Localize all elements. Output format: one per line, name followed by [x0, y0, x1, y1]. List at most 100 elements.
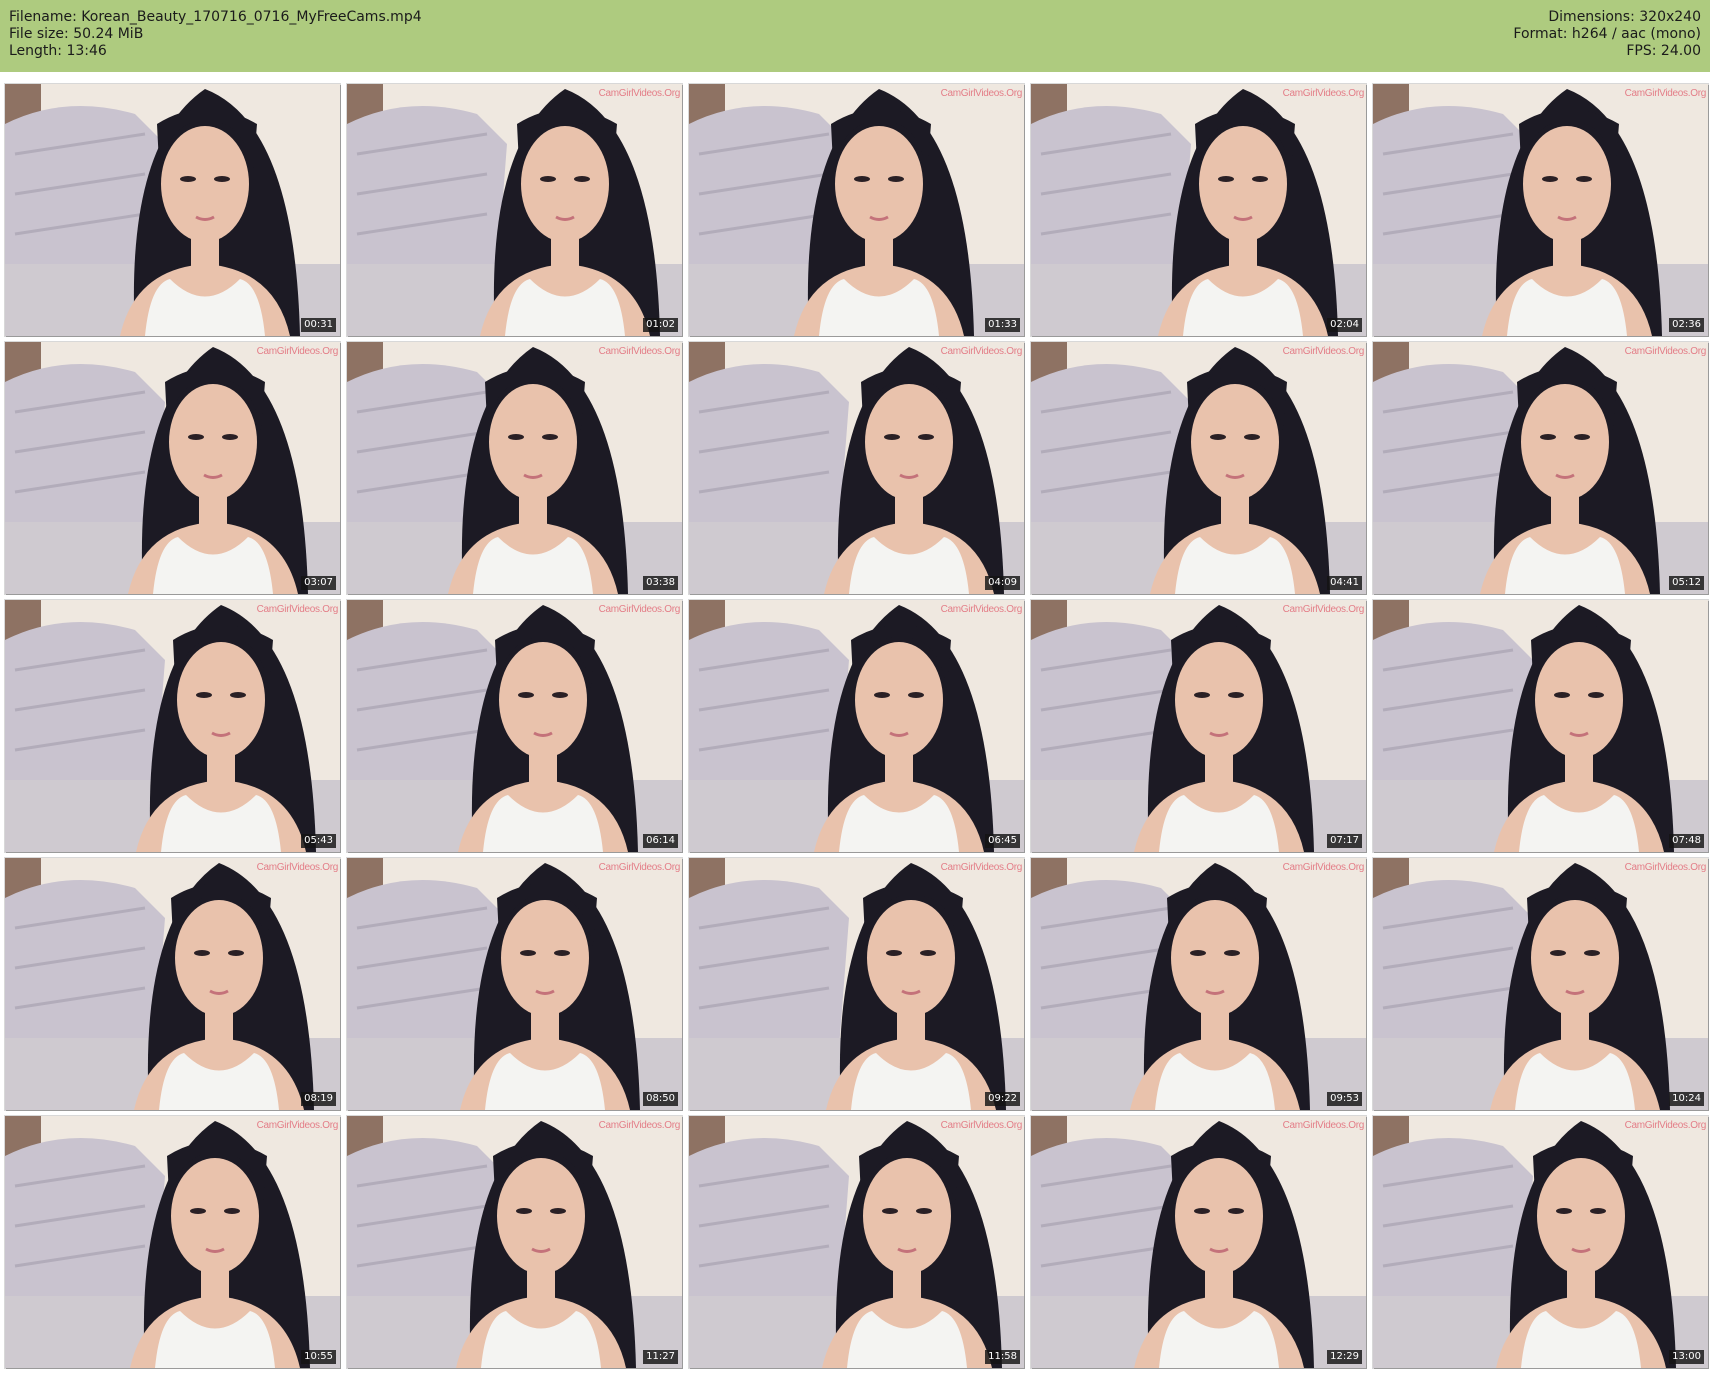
frame-thumbnail[interactable]: CamGirlVideos.Org 05:12 [1373, 342, 1708, 594]
frame-image [1031, 858, 1366, 1110]
frame-timestamp: 10:55 [301, 1350, 336, 1364]
frame-timestamp: 09:53 [1327, 1092, 1362, 1106]
frame-image [1373, 84, 1708, 336]
watermark-text: CamGirlVideos.Org [256, 346, 339, 357]
frame-image [689, 1116, 1024, 1368]
frame-image [1031, 342, 1366, 594]
frame-image [1373, 342, 1708, 594]
watermark-text: CamGirlVideos.Org [598, 604, 681, 615]
frame-timestamp: 11:58 [985, 1350, 1020, 1364]
watermark-text: CamGirlVideos.Org [1624, 862, 1707, 873]
format-text: Format: h264 / aac (mono) [1513, 26, 1701, 42]
frame-thumbnail[interactable]: CamGirlVideos.Org 01:33 [689, 84, 1024, 336]
frame-thumbnail[interactable]: CamGirlVideos.Org 07:17 [1031, 600, 1366, 852]
frame-thumbnail[interactable]: CamGirlVideos.Org 10:55 [5, 1116, 340, 1368]
frame-image [347, 342, 682, 594]
frame-timestamp: 06:45 [985, 834, 1020, 848]
frame-timestamp: 03:07 [301, 576, 336, 590]
frame-thumbnail[interactable]: CamGirlVideos.Org 12:29 [1031, 1116, 1366, 1368]
frame-thumbnail[interactable]: CamGirlVideos.Org 06:45 [689, 600, 1024, 852]
frame-image [5, 600, 340, 852]
frame-timestamp: 01:02 [643, 318, 678, 332]
frame-thumbnail[interactable]: CamGirlVideos.Org 10:24 [1373, 858, 1708, 1110]
frame-thumbnail[interactable]: CamGirlVideos.Org 02:04 [1031, 84, 1366, 336]
frame-thumbnail[interactable]: CamGirlVideos.Org 08:50 [347, 858, 682, 1110]
frame-timestamp: 02:36 [1669, 318, 1704, 332]
frame-timestamp: 13:00 [1669, 1350, 1704, 1364]
frame-timestamp: 11:27 [643, 1350, 678, 1364]
watermark-text: CamGirlVideos.Org [940, 862, 1023, 873]
frame-image [1031, 84, 1366, 336]
frame-thumbnail[interactable]: CamGirlVideos.Org 02:36 [1373, 84, 1708, 336]
frame-thumbnail[interactable]: CamGirlVideos.Org 11:27 [347, 1116, 682, 1368]
watermark-text: CamGirlVideos.Org [256, 1120, 339, 1131]
frame-thumbnail[interactable]: CamGirlVideos.Org 03:07 [5, 342, 340, 594]
frame-thumbnail[interactable]: CamGirlVideos.Org 09:53 [1031, 858, 1366, 1110]
frame-timestamp: 05:12 [1669, 576, 1704, 590]
frame-thumbnail[interactable]: CamGirlVideos.Org 11:58 [689, 1116, 1024, 1368]
frame-timestamp: 05:43 [301, 834, 336, 848]
frame-image [1031, 1116, 1366, 1368]
filesize-text: File size: 50.24 MiB [9, 26, 144, 42]
frame-timestamp: 07:48 [1669, 834, 1704, 848]
frame-image [5, 342, 340, 594]
length-text: Length: 13:46 [9, 43, 107, 59]
frame-image [5, 84, 340, 336]
frame-thumbnail[interactable]: CamGirlVideos.Org 04:41 [1031, 342, 1366, 594]
frame-image [689, 84, 1024, 336]
frame-timestamp: 08:19 [301, 1092, 336, 1106]
watermark-text: CamGirlVideos.Org [256, 862, 339, 873]
video-info-header: Filename: Korean_Beauty_170716_0716_MyFr… [0, 0, 1710, 72]
watermark-text: CamGirlVideos.Org [1282, 88, 1365, 99]
frame-timestamp: 04:41 [1327, 576, 1362, 590]
watermark-text: CamGirlVideos.Org [598, 88, 681, 99]
frame-timestamp: 00:31 [301, 318, 336, 332]
frame-image [689, 342, 1024, 594]
frame-thumbnail[interactable]: CamGirlVideos.Org 01:02 [347, 84, 682, 336]
frame-image [1373, 600, 1708, 852]
watermark-text: CamGirlVideos.Org [598, 1120, 681, 1131]
frame-thumbnail[interactable]: CamGirlVideos.Org 13:00 [1373, 1116, 1708, 1368]
frame-image [689, 600, 1024, 852]
frame-timestamp: 07:17 [1327, 834, 1362, 848]
frame-timestamp: 09:22 [985, 1092, 1020, 1106]
frame-thumbnail[interactable]: 00:31 [5, 84, 340, 336]
watermark-text: CamGirlVideos.Org [940, 88, 1023, 99]
frame-image [1373, 858, 1708, 1110]
frame-image [347, 600, 682, 852]
watermark-text: CamGirlVideos.Org [1282, 604, 1365, 615]
watermark-text: CamGirlVideos.Org [1282, 1120, 1365, 1131]
thumbnail-grid: 00:31 CamGirlVideos.Org 01:02 CamGirlVideos… [0, 80, 1710, 1373]
filename-text: Filename: Korean_Beauty_170716_0716_MyFr… [9, 9, 422, 25]
file-info: Filename: Korean_Beauty_170716_0716_MyFr… [9, 9, 422, 60]
frame-thumbnail[interactable]: CamGirlVideos.Org 03:38 [347, 342, 682, 594]
frame-timestamp: 06:14 [643, 834, 678, 848]
frame-thumbnail[interactable]: CamGirlVideos.Org 08:19 [5, 858, 340, 1110]
watermark-text: CamGirlVideos.Org [1624, 346, 1707, 357]
dimensions-text: Dimensions: 320x240 [1548, 9, 1701, 25]
frame-image [5, 858, 340, 1110]
fps-text: FPS: 24.00 [1626, 43, 1701, 59]
frame-image [347, 858, 682, 1110]
frame-timestamp: 12:29 [1327, 1350, 1362, 1364]
frame-timestamp: 10:24 [1669, 1092, 1704, 1106]
frame-timestamp: 04:09 [985, 576, 1020, 590]
frame-thumbnail[interactable]: CamGirlVideos.Org 06:14 [347, 600, 682, 852]
frame-image [1373, 1116, 1708, 1368]
frame-timestamp: 08:50 [643, 1092, 678, 1106]
frame-thumbnail[interactable]: CamGirlVideos.Org 09:22 [689, 858, 1024, 1110]
frame-image [689, 858, 1024, 1110]
watermark-text: CamGirlVideos.Org [940, 346, 1023, 357]
frame-thumbnail[interactable]: CamGirlVideos.Org 04:09 [689, 342, 1024, 594]
frame-image [1031, 600, 1366, 852]
frame-thumbnail[interactable]: CamGirlVideos.Org 05:43 [5, 600, 340, 852]
watermark-text: CamGirlVideos.Org [1282, 862, 1365, 873]
frame-thumbnail[interactable]: 07:48 [1373, 600, 1708, 852]
stream-info: Dimensions: 320x240 Format: h264 / aac (… [1513, 9, 1701, 60]
watermark-text: CamGirlVideos.Org [1282, 346, 1365, 357]
frame-image [347, 1116, 682, 1368]
watermark-text: CamGirlVideos.Org [1624, 88, 1707, 99]
watermark-text: CamGirlVideos.Org [940, 604, 1023, 615]
frame-timestamp: 01:33 [985, 318, 1020, 332]
frame-image [5, 1116, 340, 1368]
